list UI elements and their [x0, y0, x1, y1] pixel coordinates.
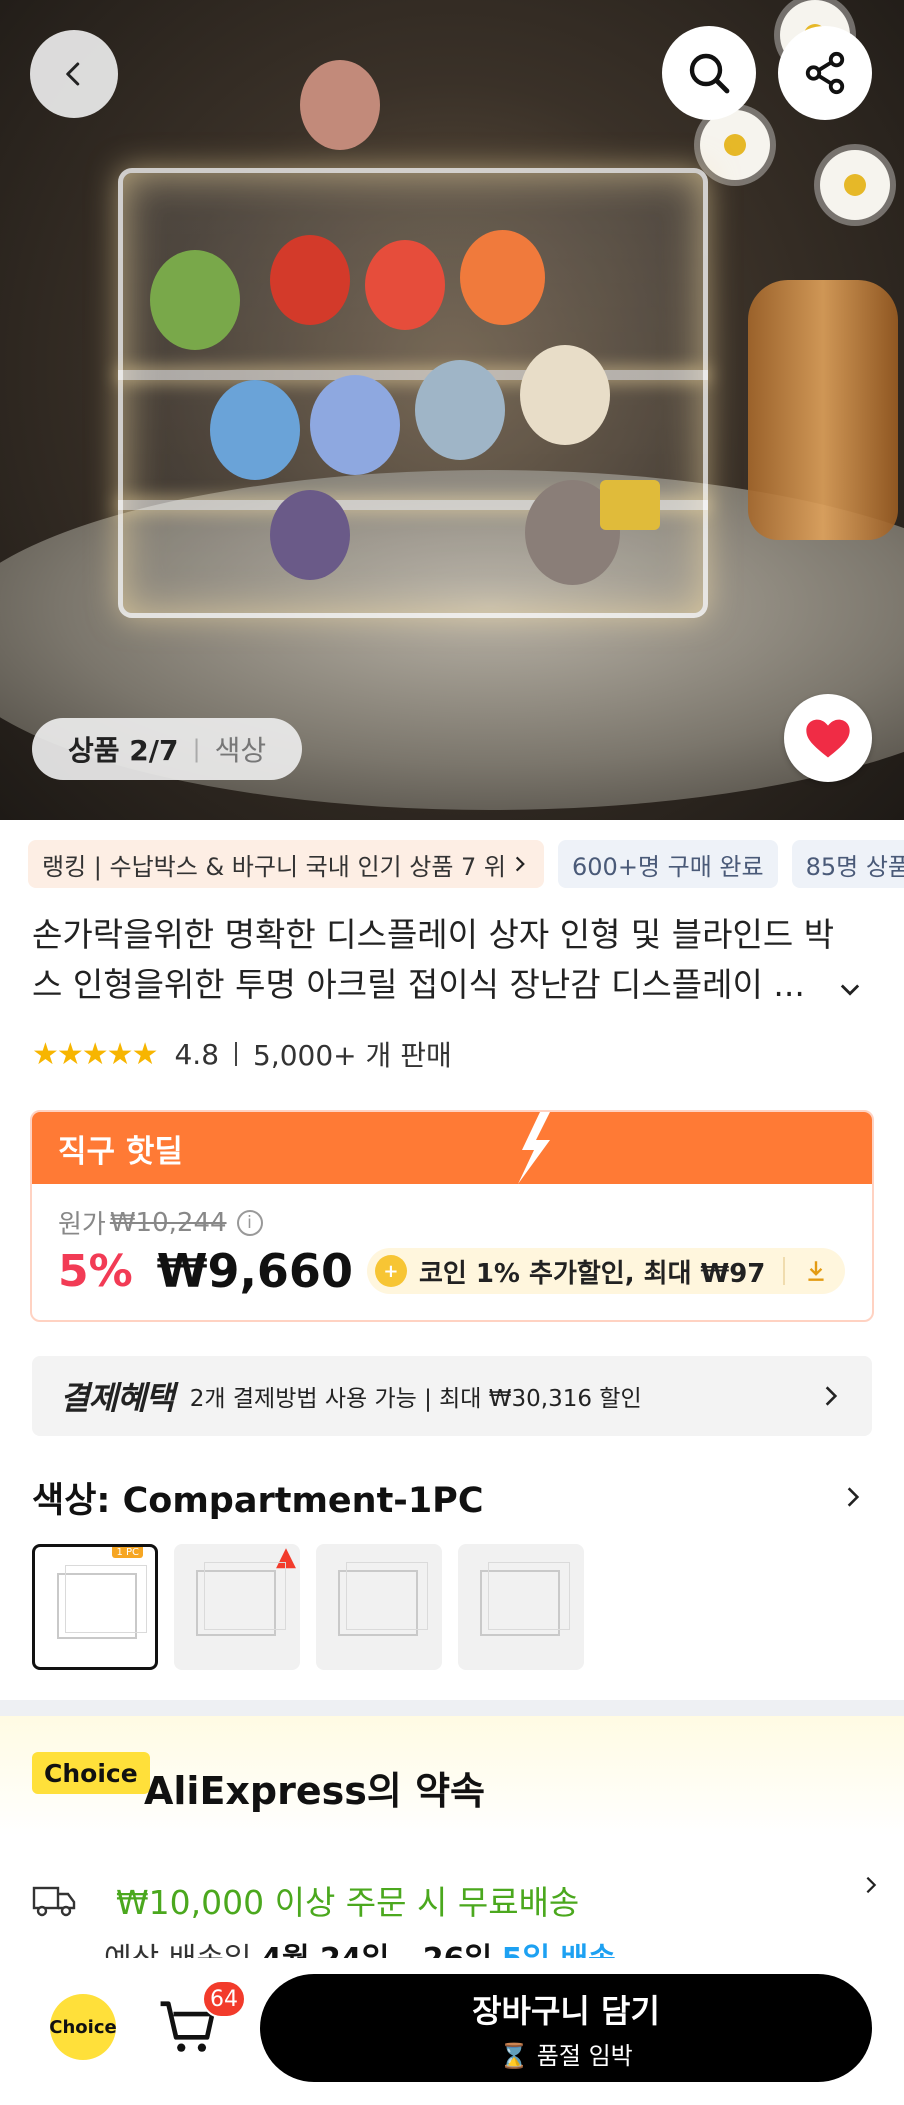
- coin-discount-pill[interactable]: + 코인 1% 추가할인, 최대 ₩97: [366, 1248, 846, 1294]
- price-row: 5% ₩9,660 + 코인 1% 추가할인, 최대 ₩97: [58, 1244, 846, 1298]
- free-shipping-text: ₩10,000 이상 주문 시 무료배송: [116, 1883, 580, 1922]
- ranking-chip[interactable]: 랭킹 | 수납박스 & 바구니 국내 인기 상품 7 위: [28, 840, 545, 888]
- add-to-cart-button[interactable]: 장바구니 담기 ⌛ 품절 임박: [260, 1974, 872, 2082]
- product-title[interactable]: 손가락을위한 명확한 디스플레이 상자 인형 및 블라인드 박스 인형을위한 투…: [32, 910, 852, 1010]
- variant-thumb[interactable]: [458, 1544, 584, 1670]
- image-tab-color[interactable]: 색상: [215, 729, 267, 769]
- hourglass-icon: ⌛: [499, 2041, 530, 2070]
- deal-header: 직구 핫딜: [32, 1112, 872, 1184]
- payment-benefits-text: 2개 결제방법 사용 가능 | 최대 ₩30,316 할인: [189, 1386, 642, 1412]
- bottom-bar: Choice 64 장바구니 담기 ⌛ 품절 임박: [0, 1958, 904, 2105]
- variant-label[interactable]: 색상: Compartment-1PC: [32, 1472, 484, 1523]
- rating-row[interactable]: ★★★★★ 4.8 5,000+ 개 판매: [32, 1034, 452, 1074]
- figure: [460, 230, 545, 325]
- purchased-chip: 600+명 구매 완료: [558, 840, 778, 888]
- cart-count-badge: 64: [202, 1980, 246, 2018]
- case-shelf: [118, 370, 708, 380]
- star-rating-icon: ★★★★★: [32, 1036, 158, 1072]
- chevron-right-icon: [825, 1386, 838, 1406]
- chevron-right-icon: [515, 856, 525, 872]
- flower: [700, 110, 770, 180]
- wishlist-button[interactable]: [784, 694, 872, 782]
- sale-price: ₩9,660: [156, 1244, 353, 1298]
- share-icon: [805, 51, 845, 95]
- figure: [300, 60, 380, 150]
- search-icon: [689, 53, 730, 94]
- ranking-chip-label: 랭킹 | 수납박스 & 바구니 국내 인기 상품 7 위: [42, 852, 507, 881]
- original-price: ₩10,244: [109, 1207, 227, 1238]
- figure: [270, 490, 350, 580]
- rating-value: 4.8: [174, 1037, 220, 1071]
- thumb-badge: 1 PC: [112, 1547, 143, 1558]
- stock-note: ⌛ 품절 임박: [499, 2036, 632, 2071]
- coin-discount-text: 코인 1% 추가할인, 최대 ₩97: [418, 1258, 766, 1289]
- variant-thumb[interactable]: [316, 1544, 442, 1670]
- wishlisted-chip: 85명 상품 추가: [791, 840, 904, 888]
- sold-count: 5,000+ 개 판매: [253, 1039, 452, 1072]
- stock-note-label: 품절 임박: [536, 2041, 633, 2070]
- choice-title: AliExpress의 약속: [144, 1769, 485, 1813]
- figure: [520, 345, 610, 445]
- figure: [270, 235, 350, 325]
- original-price-label: 원가: [58, 1210, 106, 1240]
- section-divider: [0, 1700, 904, 1716]
- heart-icon: [806, 719, 850, 758]
- chevron-left-icon: [66, 62, 80, 86]
- thumb-box-drawing: [480, 1562, 570, 1636]
- info-icon[interactable]: i: [236, 1209, 263, 1236]
- display-case: [118, 168, 708, 618]
- thumb-box-drawing: [57, 1565, 147, 1639]
- chevron-right-icon[interactable]: [840, 1484, 866, 1510]
- vase: [748, 280, 898, 540]
- choice-badge: Choice: [32, 1752, 150, 1794]
- lightning-icon: [518, 1112, 550, 1184]
- coin-icon: +: [374, 1255, 407, 1287]
- back-button[interactable]: [30, 30, 118, 118]
- figure: [415, 360, 505, 460]
- image-counter[interactable]: 상품 2/7 | 색상: [32, 718, 303, 780]
- chevron-right-icon: [866, 1876, 877, 1894]
- coin-divider: [783, 1257, 786, 1285]
- badge-chips: 랭킹 | 수납박스 & 바구니 국내 인기 상품 7 위 600+명 구매 완료…: [28, 840, 904, 888]
- payment-benefits-brand: 결제혜택: [60, 1379, 175, 1417]
- deal-header-label: 직구 핫딜: [58, 1133, 183, 1170]
- discount-percent: 5%: [58, 1245, 133, 1297]
- product-image[interactable]: [0, 0, 904, 820]
- counter-separator: |: [192, 735, 201, 763]
- truck-icon: [32, 1886, 76, 1917]
- figure: [150, 250, 240, 350]
- variant-thumbnails: 1 PC ▲: [32, 1544, 584, 1670]
- payment-benefits-row[interactable]: 결제혜택 2개 결제방법 사용 가능 | 최대 ₩30,316 할인: [32, 1356, 872, 1436]
- share-button[interactable]: [778, 26, 872, 120]
- variant-thumb[interactable]: ▲: [174, 1544, 300, 1670]
- original-price-row: 원가 ₩10,244 i: [58, 1204, 263, 1241]
- search-button[interactable]: [662, 26, 756, 120]
- deal-box: 직구 핫딜 원가 ₩10,244 i 5% ₩9,660 + 코인 1% 추가할…: [30, 1110, 874, 1322]
- rating-divider: [235, 1042, 238, 1066]
- figure: [310, 375, 400, 475]
- figure: [210, 380, 300, 480]
- thumb-box-drawing: [338, 1562, 428, 1636]
- expand-chevron-icon[interactable]: [836, 975, 864, 1003]
- image-counter-label: 상품 2/7: [68, 734, 179, 767]
- add-to-cart-label: 장바구니 담기: [472, 1991, 660, 2030]
- figure: [600, 480, 660, 530]
- shipping-row[interactable]: ₩10,000 이상 주문 시 무료배송: [32, 1870, 882, 1930]
- figure: [365, 240, 445, 330]
- variant-thumb[interactable]: 1 PC: [32, 1544, 158, 1670]
- choice-home-button[interactable]: Choice: [49, 1994, 117, 2060]
- flower: [820, 150, 890, 220]
- download-icon[interactable]: [803, 1258, 829, 1284]
- thumb-box-drawing: [196, 1562, 286, 1636]
